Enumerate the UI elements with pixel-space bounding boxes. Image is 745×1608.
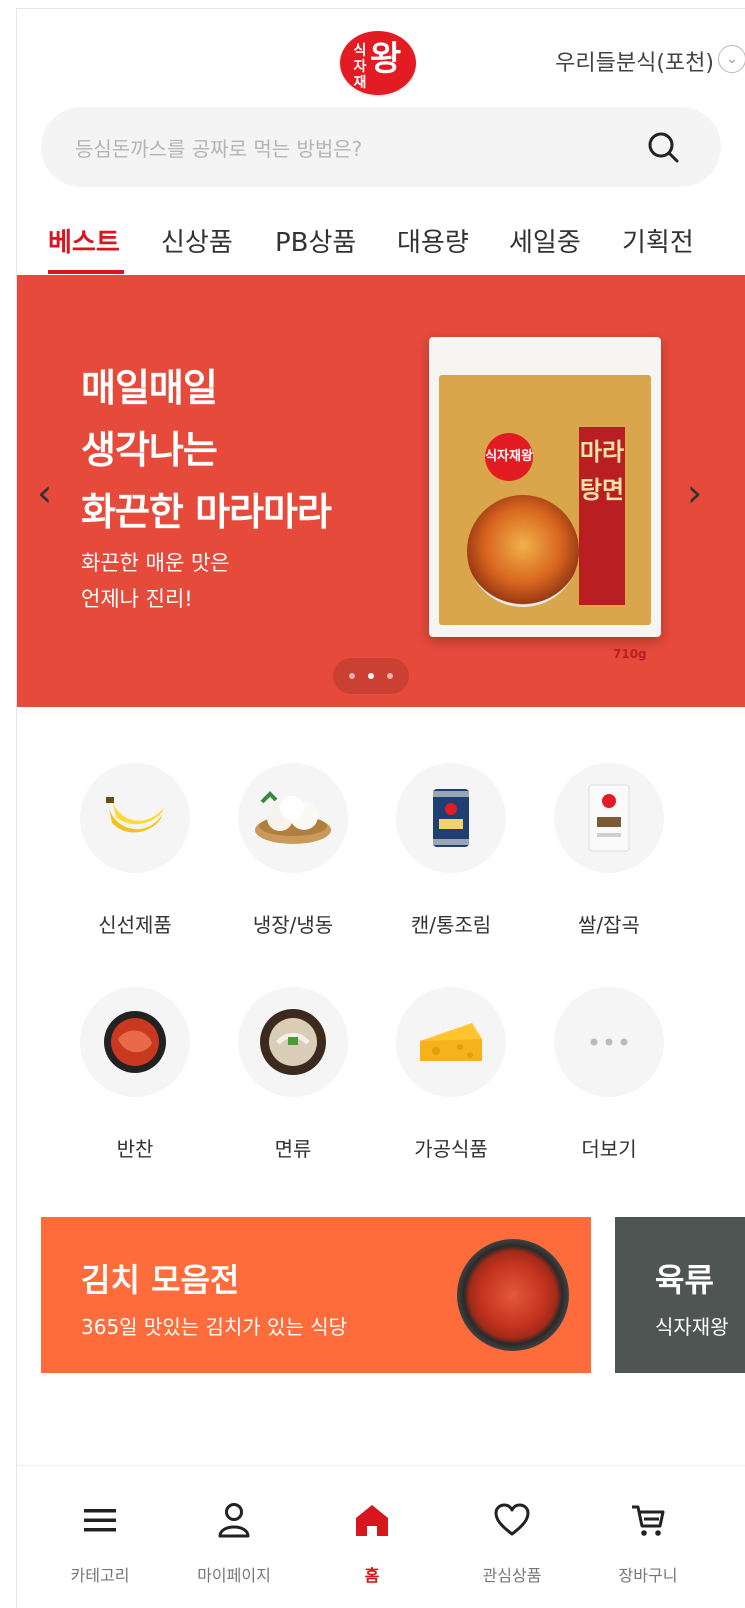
active-tab-indicator [48,270,124,274]
banana-icon [106,797,164,833]
tab-bulk[interactable]: 대용량 [397,222,469,259]
product-package: 식자재왕 마라탕면 710g [439,375,651,661]
noodle-bowl-image [467,495,579,607]
search-bar[interactable]: 등심돈까스를 공짜로 먹는 방법은? [41,107,721,187]
tab-new[interactable]: 신상품 [161,222,233,259]
user-icon [218,1503,250,1538]
category-label: 신선제품 [98,913,172,937]
noodle-bowl-icon [260,1009,326,1075]
banner-title: 매일매일 생각나는 화끈한 마라마라 [81,357,332,543]
category-icon-circle [396,987,506,1097]
nav-label: 카테고리 [70,1566,130,1585]
promo-subtitle: 식자재왕 [655,1315,729,1339]
category-icon-circle [238,987,348,1097]
product-image: 식자재왕 마라탕면 710g [429,337,661,661]
menu-icon [84,1509,116,1532]
search-icon[interactable] [645,129,681,165]
logo-text-big: 왕 [370,39,401,79]
category-label: 더보기 [581,1137,637,1161]
bottom-navigation: 카테고리 마이페이지 홈 관심상품 장바구니 [17,1465,745,1608]
nav-label: 홈 [364,1566,380,1585]
promo-title: 육류 [655,1261,714,1299]
tab-best[interactable]: 베스트 [48,222,120,259]
hero-banner[interactable]: 매일매일 생각나는 화끈한 마라마라 화끈한 매운 맛은 언제나 진리! ‹ ›… [17,275,745,707]
cart-icon [632,1505,665,1536]
heart-icon [494,1503,530,1536]
chevron-down-icon[interactable]: ⌄ [718,45,745,73]
banner-title-line: 생각나는 [81,428,218,472]
category-label: 면류 [274,1137,312,1161]
app-frame: 식자재 왕 우리들분식(포천) ⌄ 등심돈까스를 공짜로 먹는 방법은? 베스트… [16,8,745,1608]
category-icon-circle [396,763,506,873]
chevron-right-icon[interactable]: › [687,473,702,513]
banner-subtitle-line: 화끈한 매운 맛은 [81,551,230,575]
package-weight: 710g [613,647,647,661]
kimchi-image [457,1239,569,1351]
home-icon [356,1505,388,1536]
category-icon-circle [80,987,190,1097]
category-label: 가공식품 [414,1137,488,1161]
category-frozen[interactable]: 냉장/냉동 [213,763,373,938]
package-title: 마라탕면 [579,427,625,605]
store-selector[interactable]: 우리들분식(포천) [555,45,714,77]
nav-label: 관심상품 [482,1566,542,1585]
package-logo: 식자재왕 [485,433,533,481]
tab-pb[interactable]: PB상품 [275,222,356,259]
category-canned[interactable]: 캔/통조림 [371,763,531,938]
category-label: 냉장/냉동 [252,913,334,937]
carousel-pagination [333,658,409,694]
category-icon-circle [80,763,190,873]
banner-title-line: 매일매일 [81,366,218,410]
category-tabs: 베스트 신상품 PB상품 대용량 세일중 기획전 [17,214,745,274]
promo-card-meat[interactable]: 육류 식자재왕 [615,1217,745,1373]
carousel-dot[interactable] [349,673,355,679]
category-fresh[interactable]: 신선제품 [55,763,215,938]
brand-logo[interactable]: 식자재 왕 [340,31,416,95]
rice-bag-icon [588,784,630,852]
carousel-dot[interactable] [387,673,393,679]
promo-subtitle: 365일 맛있는 김치가 있는 식당 [81,1315,348,1339]
tab-special[interactable]: 기획전 [622,222,694,259]
tab-sale[interactable]: 세일중 [509,222,581,259]
carousel-dot-active[interactable] [368,673,374,679]
category-icon-circle [238,763,348,873]
banner-title-line: 화끈한 마라마라 [81,490,332,534]
category-label: 캔/통조림 [410,913,492,937]
nav-label: 마이페이지 [197,1566,271,1585]
category-side-dish[interactable]: 반찬 [55,987,215,1162]
category-label: 쌀/잡곡 [578,913,640,937]
cheese-icon [420,1023,482,1061]
category-icon-circle [554,987,664,1097]
promo-card-kimchi[interactable]: 김치 모음전 365일 맛있는 김치가 있는 식당 [41,1217,591,1373]
banner-subtitle: 화끈한 매운 맛은 언제나 진리! [81,545,230,617]
category-rice[interactable]: 쌀/잡곡 [529,763,689,938]
more-icon [590,1038,628,1046]
can-icon [433,789,469,847]
chevron-left-icon[interactable]: ‹ [37,473,52,513]
kimchi-icon [104,1011,166,1073]
promo-title: 김치 모음전 [81,1261,240,1299]
nav-label: 장바구니 [618,1566,678,1585]
logo-text-small: 식자재 [353,43,367,91]
category-noodles[interactable]: 면류 [213,987,373,1162]
category-icon-circle [554,763,664,873]
banner-subtitle-line: 언제나 진리! [81,587,193,611]
category-more[interactable]: 더보기 [529,987,689,1162]
search-input[interactable]: 등심돈까스를 공짜로 먹는 방법은? [75,133,362,162]
dumpling-icon [255,791,331,844]
category-label: 반찬 [116,1137,154,1161]
category-processed[interactable]: 가공식품 [371,987,531,1162]
